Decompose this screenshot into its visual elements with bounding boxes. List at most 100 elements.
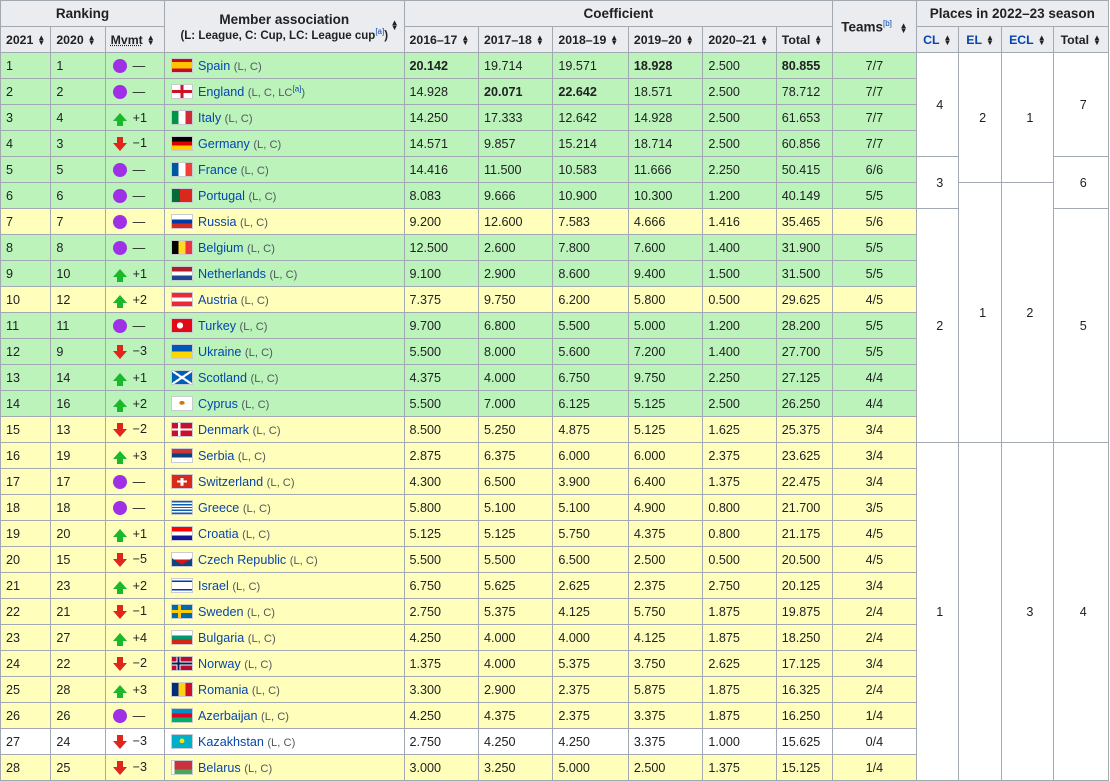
coefficient-cell: 9.200 [403,208,479,235]
places-el-cell [957,442,1003,781]
season-col-header[interactable]: Total ▲ ▼ [775,26,834,53]
flag-icon [171,448,194,463]
association-link[interactable]: Spain [198,59,230,73]
places-col-header[interactable]: EL ▲ ▼ [957,26,1003,53]
competitions-note: (L, C) [247,607,275,619]
sort-icon[interactable]: ▲ ▼ [760,34,768,47]
col-2020-header[interactable]: 2020 ▲ ▼ [50,26,106,53]
movement-value: — [132,474,146,489]
competitions-note: (L, C) [224,113,253,125]
coefficient-cell: 2.750 [403,598,479,625]
coefficient-cell: 4.000 [477,364,554,391]
association-link[interactable]: Greece [198,501,239,515]
flag-icon [171,84,194,99]
sort-icon[interactable]: ▲ ▼ [610,34,618,47]
association-link[interactable]: England [198,85,244,99]
association-link[interactable]: Romania [198,683,248,697]
coefficient-cell: 10.300 [627,182,704,209]
col-mvmt-header[interactable]: Mvmt ▲ ▼ [104,26,166,53]
flag-icon [171,370,194,385]
association-link[interactable]: Serbia [198,449,234,463]
flag-icon [171,526,194,541]
season-col-header[interactable]: 2016–17 ▲ ▼ [403,26,479,53]
no-change-icon [112,500,127,515]
association-link[interactable]: Turkey [198,319,236,333]
association-link[interactable]: Croatia [198,527,239,541]
rank-2020: 23 [50,572,106,599]
association-link[interactable]: Germany [198,137,250,151]
teams-cell: 5/5 [832,234,917,261]
sort-icon[interactable]: ▲ ▼ [986,34,994,47]
sort-icon[interactable]: ▲ ▼ [1038,34,1046,47]
coefficient-cell: 28.200 [775,312,834,339]
teams-cell: 2/4 [832,624,917,651]
association-link[interactable]: Norway [198,657,241,671]
association-link[interactable]: Russia [198,215,237,229]
season-col-header[interactable]: 2018–19 ▲ ▼ [552,26,629,53]
association-link[interactable]: Cyprus [198,397,238,411]
sort-icon[interactable]: ▲ ▼ [88,34,96,47]
places-col-header[interactable]: Total ▲ ▼ [1052,26,1110,53]
association-link[interactable]: Austria [198,293,237,307]
competitions-note: (L, C) [247,633,276,645]
col-2021-header[interactable]: 2021 ▲ ▼ [0,26,52,53]
association-link[interactable]: Bulgaria [198,631,244,645]
coefficient-cell: 1.375 [702,754,777,781]
season-col-header[interactable]: 2017–18 ▲ ▼ [477,26,554,53]
association-link[interactable]: Belarus [198,761,241,775]
teams-cell: 3/4 [832,468,917,495]
association-link[interactable]: Belgium [198,241,244,255]
association-link[interactable]: Portugal [198,189,245,203]
association-link[interactable]: Netherlands [198,267,266,281]
association-link[interactable]: Denmark [198,423,249,437]
member-association-cell: Belarus (L, C) [164,754,405,781]
sort-icon[interactable]: ▲ ▼ [37,34,45,47]
association-link[interactable]: Czech Republic [198,553,286,567]
member-association-cell: Cyprus (L, C) [164,390,405,417]
association-link[interactable]: Sweden [198,605,244,619]
sort-icon[interactable]: ▲ ▼ [686,34,694,47]
places-ecl-cell: 1 [1001,52,1054,183]
association-link[interactable]: Kazakhstan [198,735,264,749]
teams-cell: 1/4 [832,754,917,781]
places-col-header[interactable]: ECL ▲ ▼ [1001,26,1054,53]
rank-2021: 28 [0,754,52,781]
coefficient-cell: 4.125 [627,624,704,651]
competitions-note: (L, C) [269,269,298,281]
association-link[interactable]: Scotland [198,371,247,385]
sort-icon[interactable]: ▲ ▼ [1093,34,1101,47]
flag-icon [171,162,194,177]
no-change-icon [112,188,127,203]
season-col-header[interactable]: 2020–21 ▲ ▼ [702,26,777,53]
association-link[interactable]: Ukraine [198,345,241,359]
association-link[interactable]: Switzerland [198,475,263,489]
member-association-header[interactable]: Member association (L: League, C: Cup, L… [164,0,405,53]
note-b-link[interactable]: [b] [883,19,892,28]
movement-value: +2 [132,578,147,593]
flag-icon [171,552,194,567]
season-col-header[interactable]: 2019–20 ▲ ▼ [627,26,704,53]
sort-icon[interactable]: ▲ ▼ [944,34,952,47]
places-col-header[interactable]: CL ▲ ▼ [915,26,959,53]
movement-cell: −3 [104,338,166,365]
sort-icon[interactable]: ▲ ▼ [391,19,399,32]
association-link[interactable]: Israel [198,579,229,593]
coefficient-cell: 2.875 [403,442,479,469]
sort-icon[interactable]: ▲ ▼ [536,34,544,47]
sort-icon[interactable]: ▲ ▼ [814,34,822,47]
sort-icon[interactable]: ▲ ▼ [147,34,155,47]
note-a-link[interactable]: [a] [375,27,384,36]
coefficient-cell: 2.750 [702,572,777,599]
association-link[interactable]: Italy [198,111,221,125]
places-cl-cell: 3 [915,156,959,209]
competitions-note: (L, C) [244,347,273,359]
sort-icon[interactable]: ▲ ▼ [900,21,908,34]
teams-cell: 6/6 [832,156,917,183]
association-link[interactable]: Azerbaijan [198,709,258,723]
teams-header[interactable]: Teams[b] ▲ ▼ [832,0,917,53]
teams-cell: 1/4 [832,702,917,729]
coefficient-cell: 3.375 [627,728,704,755]
association-link[interactable]: France [198,163,237,177]
sort-icon[interactable]: ▲ ▼ [461,34,469,47]
rank-2021: 21 [0,572,52,599]
